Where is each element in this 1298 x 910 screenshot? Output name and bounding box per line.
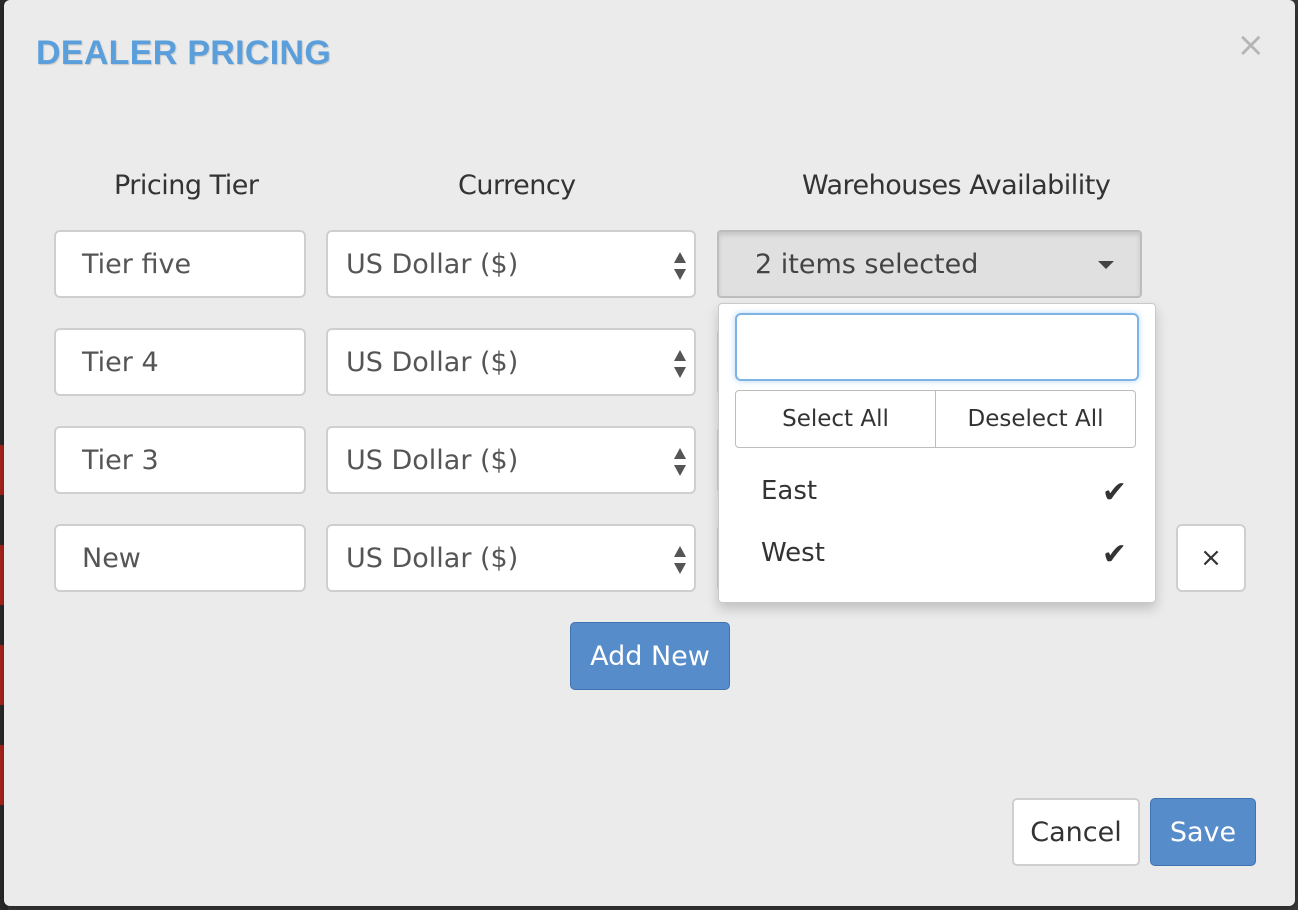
add-new-button[interactable]: Add New — [570, 622, 730, 690]
select-arrows-icon — [674, 448, 686, 476]
select-all-button[interactable]: Select All — [735, 390, 936, 448]
warehouse-option-west[interactable]: West ✔ — [719, 522, 1155, 584]
warehouse-multiselect-toggle[interactable]: 2 items selected — [717, 230, 1142, 298]
checkmark-icon: ✔ — [1101, 537, 1127, 572]
currency-select-value: US Dollar ($) — [346, 444, 519, 476]
cancel-button[interactable]: Cancel — [1012, 798, 1140, 866]
currency-select[interactable]: US Dollar ($) — [326, 524, 696, 592]
column-header-warehouses: Warehouses Availability — [802, 170, 1111, 201]
column-header-currency: Currency — [458, 170, 576, 201]
currency-select[interactable]: US Dollar ($) — [326, 230, 696, 298]
dealer-pricing-modal: DEALER PRICING × Pricing Tier Currency W… — [4, 0, 1295, 906]
warehouse-dropdown-menu: Select All Deselect All East ✔ West ✔ — [718, 303, 1156, 603]
save-button[interactable]: Save — [1150, 798, 1256, 866]
currency-select-value: US Dollar ($) — [346, 542, 519, 574]
modal-title: DEALER PRICING — [36, 34, 332, 72]
currency-select[interactable]: US Dollar ($) — [326, 328, 696, 396]
column-header-pricing-tier: Pricing Tier — [114, 170, 259, 201]
tier-name-input[interactable]: Tier 4 — [54, 328, 306, 396]
currency-select[interactable]: US Dollar ($) — [326, 426, 696, 494]
warehouse-search-input[interactable] — [735, 313, 1139, 381]
caret-down-icon — [1098, 261, 1114, 269]
close-icon: × — [1200, 543, 1222, 573]
tier-name-input[interactable]: Tier five — [54, 230, 306, 298]
select-arrows-icon — [674, 350, 686, 378]
option-label: West — [761, 538, 825, 568]
warehouse-option-east[interactable]: East ✔ — [719, 460, 1155, 522]
remove-row-button[interactable]: × — [1176, 524, 1246, 592]
checkmark-icon: ✔ — [1101, 475, 1127, 510]
tier-name-input[interactable]: Tier 3 — [54, 426, 306, 494]
close-icon[interactable]: × — [1237, 28, 1266, 62]
deselect-all-button[interactable]: Deselect All — [935, 390, 1136, 448]
tier-name-input[interactable]: New — [54, 524, 306, 592]
option-label: East — [761, 476, 818, 506]
warehouse-selected-summary: 2 items selected — [755, 248, 979, 280]
select-arrows-icon — [674, 252, 686, 280]
currency-select-value: US Dollar ($) — [346, 346, 519, 378]
select-arrows-icon — [674, 546, 686, 574]
currency-select-value: US Dollar ($) — [346, 248, 519, 280]
